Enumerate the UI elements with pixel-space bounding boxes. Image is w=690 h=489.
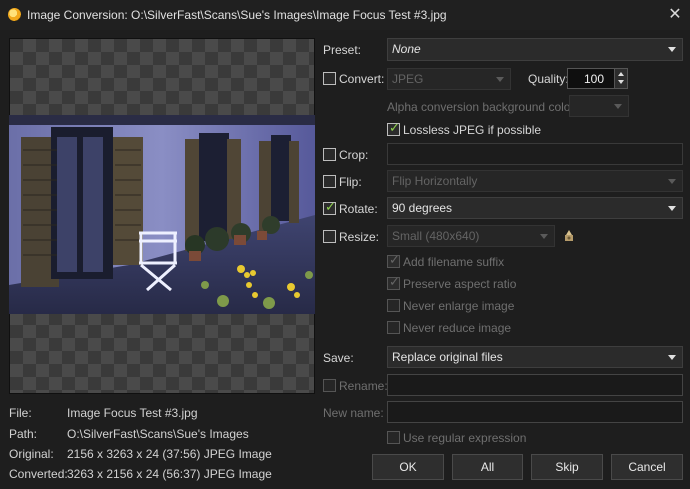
spin-down-icon[interactable] [618,80,624,84]
resize-dropdown[interactable]: Small (480x640) [387,225,555,247]
alpha-label: Alpha conversion background color: [387,100,578,114]
flip-value: Flip Horizontally [392,174,478,188]
rotate-checkbox[interactable]: ✓ [323,200,336,215]
preset-value: None [392,42,421,56]
preserve-aspect-label: Preserve aspect ratio [403,277,517,291]
app-icon [8,8,21,21]
add-suffix-checkbox[interactable]: ✓ [387,253,400,268]
convert-label: Convert: [339,72,385,86]
rotate-label: Rotate: [339,202,378,216]
converted-key: Converted: [9,467,68,481]
quality-spinner[interactable]: 100 [567,68,628,89]
rename-checkbox[interactable] [323,379,336,392]
never-enlarge-checkbox[interactable] [387,299,400,312]
path-value: O:\SilverFast\Scans\Sue's Images [67,427,249,441]
original-key: Original: [9,447,54,461]
never-enlarge-label: Never enlarge image [403,299,515,313]
convert-checkbox[interactable] [323,72,336,85]
ok-button[interactable]: OK [372,454,444,480]
quality-label: Quality: [528,72,569,86]
convert-format-value: JPEG [392,72,424,86]
window-title: Image Conversion: O:\SilverFast\Scans\Su… [27,8,447,22]
file-value: Image Focus Test #3.jpg [67,406,198,420]
quality-spin-buttons[interactable] [614,69,627,88]
resize-value: Small (480x640) [392,229,480,243]
close-icon[interactable]: ✕ [664,4,686,24]
skip-button[interactable]: Skip [531,454,603,480]
flip-dropdown[interactable]: Flip Horizontally [387,170,683,192]
rename-label: Rename: [339,379,388,393]
flip-checkbox[interactable] [323,175,336,188]
lossless-label: Lossless JPEG if possible [403,123,542,137]
resize-label: Resize: [339,230,380,244]
regex-checkbox[interactable] [387,431,400,444]
regex-label: Use regular expression [403,431,527,445]
preserve-aspect-checkbox[interactable]: ✓ [387,275,400,290]
crop-field[interactable] [387,143,683,165]
save-value: Replace original files [392,350,503,364]
preset-label: Preset: [323,43,362,57]
rotate-dropdown[interactable]: 90 degrees [387,197,683,219]
flip-label: Flip: [339,175,362,189]
never-reduce-label: Never reduce image [403,321,512,335]
converted-value: 3263 x 2156 x 24 (56:37) JPEG Image [67,467,272,481]
all-button[interactable]: All [452,454,523,480]
spin-up-icon[interactable] [618,72,624,76]
resize-checkbox[interactable] [323,230,336,243]
magic-wand-icon[interactable] [564,229,575,242]
path-key: Path: [9,427,38,441]
alpha-color-dropdown[interactable] [569,95,629,117]
cancel-button[interactable]: Cancel [611,454,683,480]
rotate-value: 90 degrees [392,201,453,215]
original-value: 2156 x 3263 x 24 (37:56) JPEG Image [67,447,272,461]
rename-field[interactable] [387,374,683,396]
never-reduce-checkbox[interactable] [387,321,400,334]
lossless-checkbox[interactable]: ✓ [387,121,400,136]
crop-checkbox[interactable] [323,148,336,161]
file-key: File: [9,406,32,420]
new-name-field[interactable] [387,401,683,423]
preview-photo [9,115,315,314]
save-label: Save: [323,351,354,365]
quality-value: 100 [584,72,605,86]
save-dropdown[interactable]: Replace original files [387,346,683,368]
crop-label: Crop: [339,148,369,162]
preset-dropdown[interactable]: None [387,38,683,61]
add-suffix-label: Add filename suffix [403,255,505,269]
new-name-label: New name: [323,406,384,420]
convert-format-dropdown[interactable]: JPEG [387,68,511,90]
